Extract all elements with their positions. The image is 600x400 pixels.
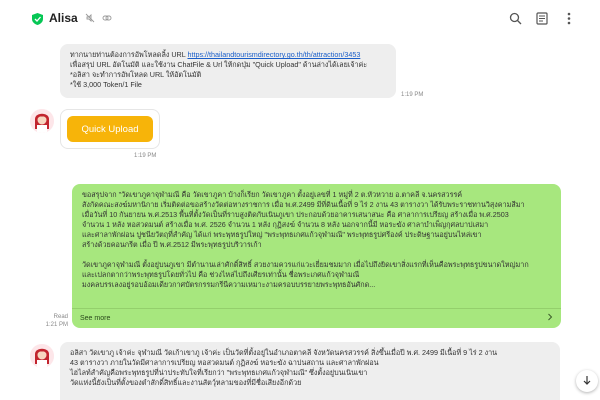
scroll-to-bottom-button[interactable] <box>576 370 598 392</box>
quick-upload-card: Quick Upload <box>60 109 160 149</box>
arrow-down-icon <box>582 372 592 390</box>
chevron-right-icon <box>547 313 553 325</box>
see-more-bar[interactable]: See more <box>72 308 561 328</box>
avatar[interactable] <box>30 344 54 368</box>
see-more-link[interactable]: See more <box>80 314 110 324</box>
link-icon[interactable] <box>102 13 113 24</box>
bot-message-bubble: ทากนายท่านต้องการอัพโหลดลิ้ง URL https:/… <box>60 44 396 98</box>
user-message-bubble: ขอสรุปจาก "วัดเขาภูคาจุฬามณี คือ วัดเขาภ… <box>72 184 561 328</box>
chat-header: Alisa <box>0 0 600 36</box>
message-time: 1:19 PM <box>134 153 157 159</box>
chat-area[interactable]: ทากนายท่านต้องการอัพโหลดลิ้ง URL https:/… <box>0 36 600 400</box>
search-icon[interactable] <box>508 11 522 25</box>
read-status: Read 1:21 PM <box>45 314 68 328</box>
avatar[interactable] <box>30 109 54 133</box>
quick-upload-button[interactable]: Quick Upload <box>67 116 153 142</box>
header-actions <box>508 11 576 25</box>
attraction-link[interactable]: https://thailandtourismdirectory.go.th/t… <box>187 50 360 59</box>
shield-check-icon <box>32 12 43 25</box>
mute-icon[interactable] <box>85 13 96 24</box>
more-vertical-icon[interactable] <box>562 11 576 25</box>
notes-icon[interactable] <box>535 11 549 25</box>
contact-name[interactable]: Alisa <box>49 11 78 25</box>
message-time: 1:19 PM <box>401 92 424 98</box>
bot-message-bubble: อลิสา วัดเขาภู เจ้าค่ะ จุฬามณี วัดเก้าเข… <box>60 342 560 400</box>
